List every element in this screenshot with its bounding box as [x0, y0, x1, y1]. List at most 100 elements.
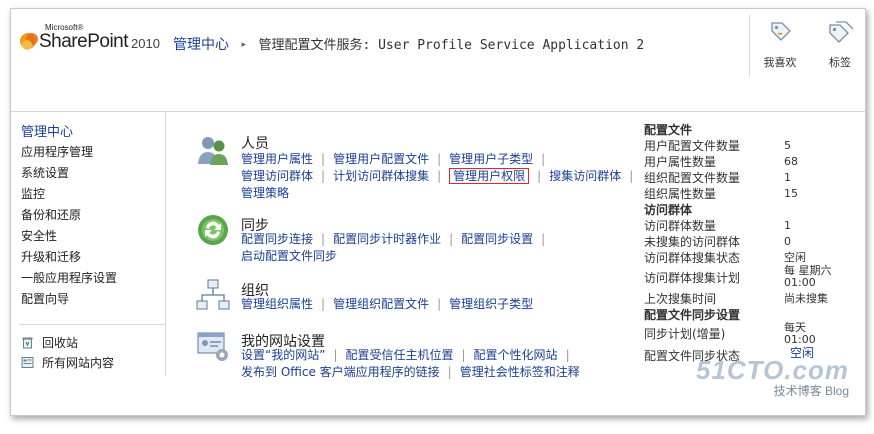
link-manage-audiences[interactable]: 管理访问群体: [241, 169, 313, 183]
org-links: 管理组织属性 | 管理组织配置文件 | 管理组织子类型: [241, 296, 533, 313]
watermark-tagline-text: 技术博客: [773, 384, 822, 398]
sync-icon: [198, 215, 228, 245]
link-configure-sync-connections[interactable]: 配置同步连接: [241, 232, 313, 246]
link-separator: |: [447, 365, 452, 379]
stats-header-profiles: 配置文件: [644, 123, 693, 137]
like-tag-icon: [771, 22, 791, 41]
nav-config-wizards[interactable]: 配置向导: [21, 290, 69, 307]
nav-upgrade-migration[interactable]: 升级和迁移: [21, 248, 81, 265]
logo-version: 2010: [131, 36, 160, 51]
tags-icon: [829, 21, 854, 43]
link-manage-user-subtypes[interactable]: 管理用户子类型: [449, 152, 533, 166]
left-navigation: 管理中心 应用程序管理 系统设置 监控 备份和还原 安全性 升级和迁移 一般应用…: [11, 112, 166, 376]
link-separator: |: [321, 232, 326, 246]
nav-general-app-settings[interactable]: 一般应用程序设置: [21, 269, 117, 286]
stat-value: 68: [784, 155, 798, 168]
watermark-blog: Blog: [824, 384, 849, 398]
ribbon: Microsoft® SharePoint 2010 管理中心 ▸ 管理配置文件…: [11, 9, 865, 82]
nav-backup-restore[interactable]: 备份和还原: [21, 206, 81, 223]
link-publish-office-links[interactable]: 发布到 Office 客户端应用程序的链接: [241, 365, 440, 379]
link-manage-user-properties[interactable]: 管理用户属性: [241, 152, 313, 166]
link-separator: |: [333, 348, 338, 362]
stat-label: 访问群体数量: [644, 219, 717, 233]
stat-value: 1: [784, 171, 791, 184]
link-separator: |: [541, 232, 546, 246]
link-separator: |: [437, 152, 442, 166]
stat-label: 用户配置文件数量: [644, 139, 741, 153]
nav-security[interactable]: 安全性: [21, 227, 57, 244]
link-separator: |: [321, 169, 326, 183]
ribbon-actions: 我喜欢 标签: [749, 15, 865, 77]
link-manage-org-properties[interactable]: 管理组织属性: [241, 297, 313, 311]
nav-app-management[interactable]: 应用程序管理: [21, 143, 93, 160]
breadcrumb-separator-icon: ▸: [241, 40, 246, 50]
link-start-profile-sync[interactable]: 启动配置文件同步: [241, 249, 337, 263]
link-configure-trusted-host[interactable]: 配置受信任主机位置: [345, 348, 453, 362]
all-site-content-icon: [21, 357, 34, 368]
link-separator: |: [321, 297, 326, 311]
link-manage-org-profiles[interactable]: 管理组织配置文件: [333, 297, 429, 311]
stat-value: 5: [784, 139, 791, 152]
link-separator: |: [461, 348, 466, 362]
recycle-bin-icon: [22, 337, 33, 349]
stat-value: 1: [784, 219, 791, 232]
stat-label: 访问群体搜集计划: [644, 271, 741, 285]
stat-value: 15: [784, 187, 798, 200]
link-manage-policies[interactable]: 管理策略: [241, 186, 289, 200]
link-configure-personalization-site[interactable]: 配置个性化网站: [474, 348, 558, 362]
people-links: 管理用户属性 | 管理用户配置文件 | 管理用户子类型 | 管理访问群体 | 计划访问群体搜集…: [241, 151, 641, 202]
stat-label: 组织属性数量: [644, 187, 717, 201]
stat-value: 0: [784, 235, 791, 248]
nav-all-site-content[interactable]: 所有网站内容: [21, 354, 114, 371]
link-separator: |: [565, 348, 570, 362]
stat-label: 未搜集的访问群体: [644, 235, 741, 249]
stat-label: 上次搜集时间: [644, 292, 717, 306]
breadcrumb-home-link[interactable]: 管理中心: [173, 37, 229, 53]
link-separator: |: [537, 169, 542, 183]
link-compile-audiences[interactable]: 搜集访问群体: [549, 169, 621, 183]
link-configure-sync-timer-job[interactable]: 配置同步计时器作业: [333, 232, 441, 246]
tags-button[interactable]: 标签: [812, 19, 865, 70]
sync-links: 配置同步连接 | 配置同步计时器作业 | 配置同步设置 | 启动配置文件同步: [241, 231, 553, 265]
nav-central-admin[interactable]: 管理中心: [21, 121, 73, 140]
nav-system-settings[interactable]: 系统设置: [21, 164, 69, 181]
stat-value: 尚未搜集: [784, 292, 828, 305]
my-site-settings-icon: [197, 332, 228, 361]
link-schedule-audience-compilation[interactable]: 计划访问群体搜集: [333, 169, 429, 183]
link-separator: |: [541, 152, 546, 166]
link-separator: |: [437, 297, 442, 311]
like-button[interactable]: 我喜欢: [752, 19, 808, 70]
main-content: 人员 管理用户属性 | 管理用户配置文件 | 管理用户子类型 | 管理访问群体 | 计划访问群…: [171, 112, 641, 412]
like-label: 我喜欢: [763, 56, 797, 69]
stat-label: 同步计划(增量): [644, 327, 726, 341]
link-separator: |: [321, 152, 326, 166]
stat-label: 访问群体搜集状态: [644, 251, 741, 265]
my-site-links: 设置“我的网站” | 配置受信任主机位置 | 配置个性化网站 | 发布到 Office 客…: [241, 347, 580, 381]
link-manage-user-profiles[interactable]: 管理用户配置文件: [333, 152, 429, 166]
tags-label: 标签: [829, 56, 851, 69]
link-setup-my-sites[interactable]: 设置“我的网站”: [241, 348, 325, 362]
recycle-bin-label: 回收站: [42, 336, 79, 350]
watermark: 51CTO.com 技术博客 Blog: [696, 355, 849, 399]
nav-recycle-bin[interactable]: 回收站: [21, 334, 78, 351]
link-manage-user-permissions[interactable]: 管理用户权限: [449, 168, 530, 184]
link-separator: |: [629, 169, 634, 183]
nav-monitoring[interactable]: 监控: [21, 185, 45, 202]
stat-value-time: 01:00: [784, 333, 816, 346]
breadcrumb: 管理中心 ▸ 管理配置文件服务: User Profile Service Ap…: [173, 34, 644, 54]
link-configure-sync-settings[interactable]: 配置同步设置: [461, 232, 533, 246]
people-icon: [198, 137, 228, 165]
sharepoint-logo[interactable]: Microsoft® SharePoint 2010: [19, 23, 179, 61]
all-site-content-label: 所有网站内容: [42, 356, 115, 370]
logo-brand: SharePoint: [39, 31, 129, 52]
stats-header-audiences: 访问群体: [644, 203, 693, 217]
group-title-people: 人员: [241, 136, 269, 152]
link-manage-org-subtypes[interactable]: 管理组织子类型: [449, 297, 533, 311]
stat-value-time: 01:00: [784, 276, 816, 289]
link-separator: |: [437, 169, 442, 183]
sharepoint-mark-icon: [20, 33, 38, 50]
link-separator: |: [449, 232, 454, 246]
link-manage-social-tags[interactable]: 管理社会性标签和注释: [460, 365, 580, 379]
nav-divider: [19, 324, 165, 325]
page-title: 管理配置文件服务: User Profile Service Applicati…: [258, 38, 645, 53]
